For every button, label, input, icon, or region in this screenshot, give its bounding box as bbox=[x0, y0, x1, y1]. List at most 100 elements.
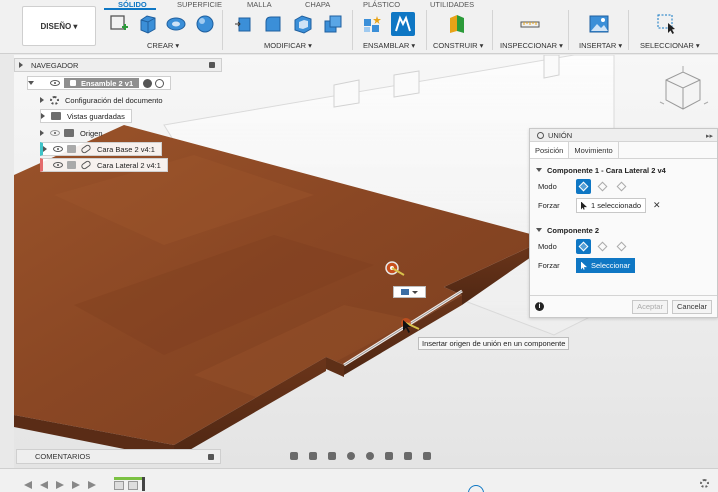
browser-item-saved-views[interactable]: Vistas guardadas bbox=[40, 109, 132, 123]
press-pull-icon[interactable] bbox=[233, 13, 255, 35]
mode-two-edge-icon[interactable] bbox=[614, 179, 629, 194]
browser-item-document-settings[interactable]: Configuración del documento bbox=[40, 93, 163, 107]
tab-malla[interactable]: MALLA bbox=[247, 0, 272, 9]
comments-panel-header[interactable]: COMENTARIOS bbox=[16, 449, 221, 464]
timeline-playhead-icon[interactable] bbox=[468, 485, 484, 492]
expand-chevron-icon[interactable] bbox=[41, 113, 45, 119]
visibility-eye-icon[interactable] bbox=[53, 146, 63, 152]
grid-settings-icon[interactable] bbox=[400, 450, 416, 462]
expand-chevron-icon[interactable] bbox=[40, 130, 44, 136]
browser-item-label: Origen bbox=[80, 128, 103, 138]
workspace-label: DISEÑO ▾ bbox=[40, 21, 78, 31]
step-back-icon[interactable] bbox=[40, 481, 48, 489]
snap-options-dropdown[interactable] bbox=[393, 286, 426, 298]
pin-icon[interactable] bbox=[209, 62, 215, 68]
go-to-start-icon[interactable] bbox=[24, 481, 32, 489]
collapse-chevron-icon[interactable] bbox=[536, 228, 542, 232]
browser-item-cara-lateral[interactable]: Cara Lateral 2 v4:1 bbox=[40, 158, 168, 172]
mode-label: Modo bbox=[538, 242, 557, 251]
select-icon[interactable] bbox=[656, 13, 678, 35]
look-at-icon[interactable] bbox=[305, 450, 321, 462]
cancel-button[interactable]: Cancelar bbox=[671, 299, 712, 314]
group-construir[interactable]: CONSTRUIR ▾ bbox=[433, 41, 483, 50]
expand-dialog-icon[interactable]: ▸▸ bbox=[706, 132, 713, 140]
component1-section-header[interactable]: Componente 1 - Cara Lateral 2 v4 bbox=[530, 163, 717, 177]
tab-plastico[interactable]: PLÁSTICO bbox=[363, 0, 400, 9]
step-forward-icon[interactable] bbox=[72, 481, 80, 489]
mode-two-edge-icon[interactable] bbox=[614, 239, 629, 254]
view-cube[interactable] bbox=[656, 64, 710, 118]
timeline-progress bbox=[114, 477, 144, 480]
component2-selection-field[interactable]: Seleccionar bbox=[576, 258, 636, 273]
timeline-feature-icon[interactable] bbox=[114, 481, 124, 490]
expand-chevron-icon[interactable] bbox=[28, 81, 34, 85]
timeline-feature-icon[interactable] bbox=[128, 481, 138, 490]
browser-root-assembly[interactable]: Ensamble 2 v1 bbox=[27, 76, 172, 90]
insert-image-icon[interactable] bbox=[588, 13, 610, 35]
shell-icon[interactable] bbox=[292, 13, 314, 35]
component1-heading: Componente 1 - Cara Lateral 2 v4 bbox=[547, 165, 666, 175]
orbit-icon[interactable] bbox=[286, 450, 302, 462]
construction-plane-icon[interactable] bbox=[446, 13, 468, 35]
mode-between-faces-icon[interactable] bbox=[595, 179, 610, 194]
active-tab-indicator bbox=[104, 8, 156, 10]
workspace-switcher[interactable]: DISEÑO ▾ bbox=[22, 6, 96, 46]
pan-icon[interactable] bbox=[324, 450, 340, 462]
ok-button[interactable]: Aceptar bbox=[632, 299, 668, 314]
timeline-marker[interactable] bbox=[142, 477, 145, 491]
fillet-icon[interactable] bbox=[262, 13, 284, 35]
tab-chapa[interactable]: CHAPA bbox=[305, 0, 330, 9]
joint-dialog-footer: i Aceptar Cancelar bbox=[530, 295, 717, 317]
joint-icon[interactable] bbox=[391, 12, 415, 36]
display-settings-icon[interactable] bbox=[381, 450, 397, 462]
measure-icon[interactable] bbox=[519, 13, 541, 35]
group-crear[interactable]: CREAR ▾ bbox=[147, 41, 179, 50]
group-ensamblar[interactable]: ENSAMBLAR ▾ bbox=[363, 41, 415, 50]
tab-posicion[interactable]: Posición bbox=[530, 142, 570, 158]
combine-icon[interactable] bbox=[322, 13, 344, 35]
group-insertar[interactable]: INSERTAR ▾ bbox=[579, 41, 622, 50]
viewports-icon[interactable] bbox=[419, 450, 435, 462]
visibility-eye-icon[interactable] bbox=[53, 162, 63, 168]
group-modificar[interactable]: MODIFICAR ▾ bbox=[264, 41, 312, 50]
tab-movimiento[interactable]: Movimiento bbox=[569, 142, 619, 158]
new-sketch-icon[interactable] bbox=[108, 13, 130, 35]
component2-section-header[interactable]: Componente 2 bbox=[530, 223, 717, 237]
new-component-icon[interactable] bbox=[361, 13, 383, 35]
toolbar-separator bbox=[492, 10, 493, 50]
go-to-end-icon[interactable] bbox=[88, 481, 96, 489]
collapse-chevron-icon[interactable] bbox=[19, 62, 23, 68]
radio-active-icon[interactable] bbox=[155, 78, 165, 88]
joint-dialog-title-bar[interactable]: UNIÓN ▸▸ bbox=[530, 129, 717, 142]
tab-utilidades[interactable]: UTILIDADES bbox=[430, 0, 474, 9]
mode-label: Modo bbox=[538, 182, 557, 191]
chevron-down-icon bbox=[412, 290, 418, 294]
mode-between-faces-icon[interactable] bbox=[595, 239, 610, 254]
play-icon[interactable] bbox=[56, 481, 64, 489]
expand-chevron-icon[interactable] bbox=[40, 97, 44, 103]
collapse-chevron-icon[interactable] bbox=[536, 168, 542, 172]
zoom-window-icon[interactable] bbox=[362, 450, 378, 462]
pin-icon[interactable] bbox=[208, 454, 214, 460]
visibility-eye-icon[interactable] bbox=[50, 80, 60, 86]
group-inspeccionar[interactable]: INSPECCIONAR ▾ bbox=[500, 41, 563, 50]
component1-selection-field[interactable]: 1 seleccionado bbox=[576, 198, 647, 213]
browser-item-cara-base[interactable]: Cara Base 2 v4:1 bbox=[40, 142, 162, 156]
revolve-icon[interactable] bbox=[165, 13, 187, 35]
extrude-icon[interactable] bbox=[137, 13, 159, 35]
browser-item-origin[interactable]: Origen bbox=[40, 126, 103, 140]
timeline-settings-gear-icon[interactable] bbox=[700, 479, 709, 488]
navigator-header[interactable]: NAVEGADOR bbox=[14, 58, 222, 72]
activate-component-icon[interactable] bbox=[143, 78, 153, 88]
group-seleccionar[interactable]: SELECCIONAR ▾ bbox=[640, 41, 700, 50]
mode-simple-icon[interactable] bbox=[576, 239, 591, 254]
zoom-icon[interactable] bbox=[343, 450, 359, 462]
info-icon[interactable]: i bbox=[535, 302, 544, 311]
tab-superficie[interactable]: SUPERFICIE bbox=[177, 0, 222, 9]
tooltip-text: Insertar origen de unión en un component… bbox=[422, 339, 566, 348]
visibility-eye-icon[interactable] bbox=[50, 130, 60, 136]
sphere-icon[interactable] bbox=[194, 13, 216, 35]
mode-simple-icon[interactable] bbox=[576, 179, 591, 194]
clear-selection-icon[interactable]: ✕ bbox=[653, 200, 661, 211]
expand-chevron-icon[interactable] bbox=[43, 146, 47, 152]
